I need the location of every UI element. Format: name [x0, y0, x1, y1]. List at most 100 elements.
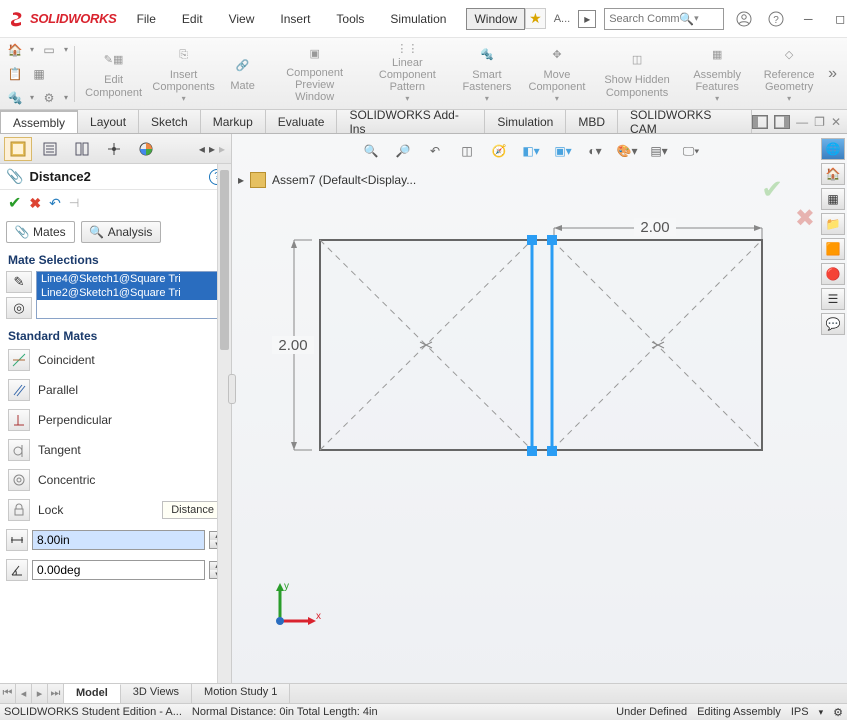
- expand-tree-icon[interactable]: ▸: [238, 173, 244, 187]
- ribbon-move-component[interactable]: ✥Move Component▾: [524, 42, 590, 106]
- tab-assembly[interactable]: Assembly: [0, 110, 78, 133]
- splitter-handle[interactable]: [228, 374, 236, 404]
- mate-selection-row[interactable]: Line4@Sketch1@Square Tri: [37, 272, 224, 286]
- ribbon-insert-components[interactable]: ⎘Insert Components▾: [151, 42, 217, 106]
- tab-cam[interactable]: SOLIDWORKS CAM: [618, 110, 752, 133]
- config-manager-icon[interactable]: [68, 137, 96, 161]
- tab-layout[interactable]: Layout: [78, 110, 139, 133]
- screw-icon[interactable]: 🔩: [6, 89, 24, 107]
- prev-tab-icon[interactable]: ◂: [16, 684, 32, 703]
- command-search[interactable]: 🔍 ▾: [604, 8, 724, 30]
- tab-evaluate[interactable]: Evaluate: [266, 110, 338, 133]
- angle-input[interactable]: [32, 560, 205, 580]
- window-close-icon[interactable]: ✕: [831, 115, 841, 129]
- pm-undo-button[interactable]: ↶: [49, 195, 61, 212]
- menu-simulation[interactable]: Simulation: [384, 8, 452, 30]
- tab-markup[interactable]: Markup: [201, 110, 266, 133]
- dimxpert-icon[interactable]: [100, 137, 128, 161]
- command-search-input[interactable]: [609, 13, 679, 25]
- menu-edit[interactable]: Edit: [176, 8, 209, 30]
- taskpane-view-palette-icon[interactable]: 📁: [821, 213, 845, 235]
- tab-sketch[interactable]: Sketch: [139, 110, 201, 133]
- menu-insert[interactable]: Insert: [274, 8, 316, 30]
- pm-scrollbar[interactable]: [217, 164, 231, 702]
- tool-icon[interactable]: ▦: [30, 65, 48, 83]
- next-tab-icon[interactable]: ▸: [32, 684, 48, 703]
- minimize-button[interactable]: ─: [796, 7, 820, 31]
- props-icon[interactable]: 📋: [6, 65, 24, 83]
- taskpane-chat-icon[interactable]: 💬: [821, 313, 845, 335]
- search-dropdown-icon[interactable]: ▾: [694, 13, 699, 24]
- mate-parallel[interactable]: Parallel: [4, 375, 227, 405]
- gear-icon[interactable]: ⚙: [40, 89, 58, 107]
- mate-tangent[interactable]: Tangent: [4, 435, 227, 465]
- tab-motion-study[interactable]: Motion Study 1: [192, 684, 290, 703]
- flyout-icon[interactable]: ▸: [578, 10, 596, 28]
- mate-lock[interactable]: LockDistance: [4, 495, 227, 525]
- ribbon-smart-fasteners[interactable]: 🔩Smart Fasteners▾: [454, 42, 520, 106]
- property-manager-icon[interactable]: [36, 137, 64, 161]
- mate-align-icon[interactable]: ◎: [6, 297, 32, 319]
- pm-tab-analysis[interactable]: 🔍Analysis: [81, 221, 162, 243]
- feature-manager-icon[interactable]: [4, 137, 32, 161]
- status-units[interactable]: IPS: [791, 706, 809, 718]
- window-tile-right-icon[interactable]: [774, 115, 790, 129]
- zoom-area-icon[interactable]: 🔎: [390, 140, 416, 162]
- first-tab-icon[interactable]: ⏮: [0, 684, 16, 703]
- mate-selection-row[interactable]: Line2@Sketch1@Square Tri: [37, 286, 224, 300]
- taskpane-file-explorer-icon[interactable]: ▦: [821, 188, 845, 210]
- ribbon-linear-pattern[interactable]: ⋮⋮Linear Component Pattern▾: [365, 42, 450, 106]
- confirm-cancel-ghost-icon[interactable]: ✖: [795, 204, 815, 233]
- tab-3dviews[interactable]: 3D Views: [121, 684, 192, 703]
- taskpane-design-library-icon[interactable]: 🏠: [821, 163, 845, 185]
- pm-pin-icon[interactable]: ⊣: [69, 196, 79, 210]
- tab-addins[interactable]: SOLIDWORKS Add-Ins: [337, 110, 485, 133]
- pm-tab-mates[interactable]: 📎Mates: [6, 221, 75, 243]
- graphics-area[interactable]: 🔍 🔎 ↶ ◫ 🧭 ◧▾ ▣▾ ◐▾ 🎨▾ ▤▾ 🖵▾ ▸ Assem7 (De…: [232, 134, 847, 702]
- mate-selections-list[interactable]: Line4@Sketch1@Square Tri Line2@Sketch1@S…: [36, 271, 225, 319]
- window-restore-icon[interactable]: ❐: [814, 115, 825, 129]
- menu-tools[interactable]: Tools: [330, 8, 370, 30]
- view-settings-icon[interactable]: 🖵▾: [678, 140, 704, 162]
- edit-appearance-icon[interactable]: 🎨▾: [614, 140, 640, 162]
- nav-last-icon[interactable]: ▸: [217, 142, 227, 156]
- dynamic-view-icon[interactable]: 🧭: [486, 140, 512, 162]
- mate-coincident[interactable]: Coincident: [4, 345, 227, 375]
- menu-view[interactable]: View: [223, 8, 261, 30]
- mate-selections-header[interactable]: Mate Selections ˆ: [0, 249, 231, 269]
- taskpane-custom-props-icon[interactable]: 🔴: [821, 263, 845, 285]
- search-icon[interactable]: 🔍: [679, 12, 694, 26]
- pm-cancel-button[interactable]: ✖: [29, 195, 41, 212]
- menu-file[interactable]: File: [131, 8, 162, 30]
- apply-scene-icon[interactable]: ▤▾: [646, 140, 672, 162]
- standard-mates-header[interactable]: Standard Mates ˆ: [0, 325, 231, 345]
- mate-entity-icon[interactable]: ✎: [6, 271, 32, 293]
- maximize-button[interactable]: ◻: [828, 7, 847, 31]
- ribbon-edit-component[interactable]: ✎▦Edit Component: [81, 42, 147, 106]
- window-minimize-icon[interactable]: —: [796, 115, 808, 129]
- home-icon[interactable]: 🏠: [6, 41, 24, 59]
- ribbon-mate[interactable]: 🔗Mate: [221, 42, 265, 106]
- display-style-icon[interactable]: ▣▾: [550, 140, 576, 162]
- zoom-fit-icon[interactable]: 🔍: [358, 140, 384, 162]
- confirm-ok-ghost-icon[interactable]: ✔: [761, 174, 783, 205]
- tab-simulation[interactable]: Simulation: [485, 110, 566, 133]
- status-gear-icon[interactable]: ⚙: [833, 706, 843, 719]
- last-tab-icon[interactable]: ⏭: [48, 684, 64, 703]
- pm-ok-button[interactable]: ✔: [8, 193, 21, 213]
- mate-perpendicular[interactable]: Perpendicular: [4, 405, 227, 435]
- taskpane-appearances-icon[interactable]: 🟧: [821, 238, 845, 260]
- tab-model[interactable]: Model: [64, 684, 121, 703]
- feature-tree-flyout[interactable]: ▸ Assem7 (Default<Display...: [238, 172, 416, 188]
- mate-concentric[interactable]: Concentric: [4, 465, 227, 495]
- ribbon-assembly-features[interactable]: ▦Assembly Features▾: [684, 42, 750, 106]
- ribbon-show-hidden[interactable]: ◫Show Hidden Components: [594, 42, 680, 106]
- taskpane-resources-icon[interactable]: 🌐: [821, 138, 845, 160]
- menu-window[interactable]: Window: [466, 8, 525, 30]
- status-dropdown-icon[interactable]: ▾: [819, 707, 824, 718]
- nav-next-icon[interactable]: ▸: [207, 142, 217, 156]
- taskpane-forum-icon[interactable]: ☰: [821, 288, 845, 310]
- orientation-triad[interactable]: y x: [262, 579, 322, 642]
- drawing-canvas[interactable]: 2.00 2.00: [272, 222, 762, 462]
- view-orientation-icon[interactable]: ◧▾: [518, 140, 544, 162]
